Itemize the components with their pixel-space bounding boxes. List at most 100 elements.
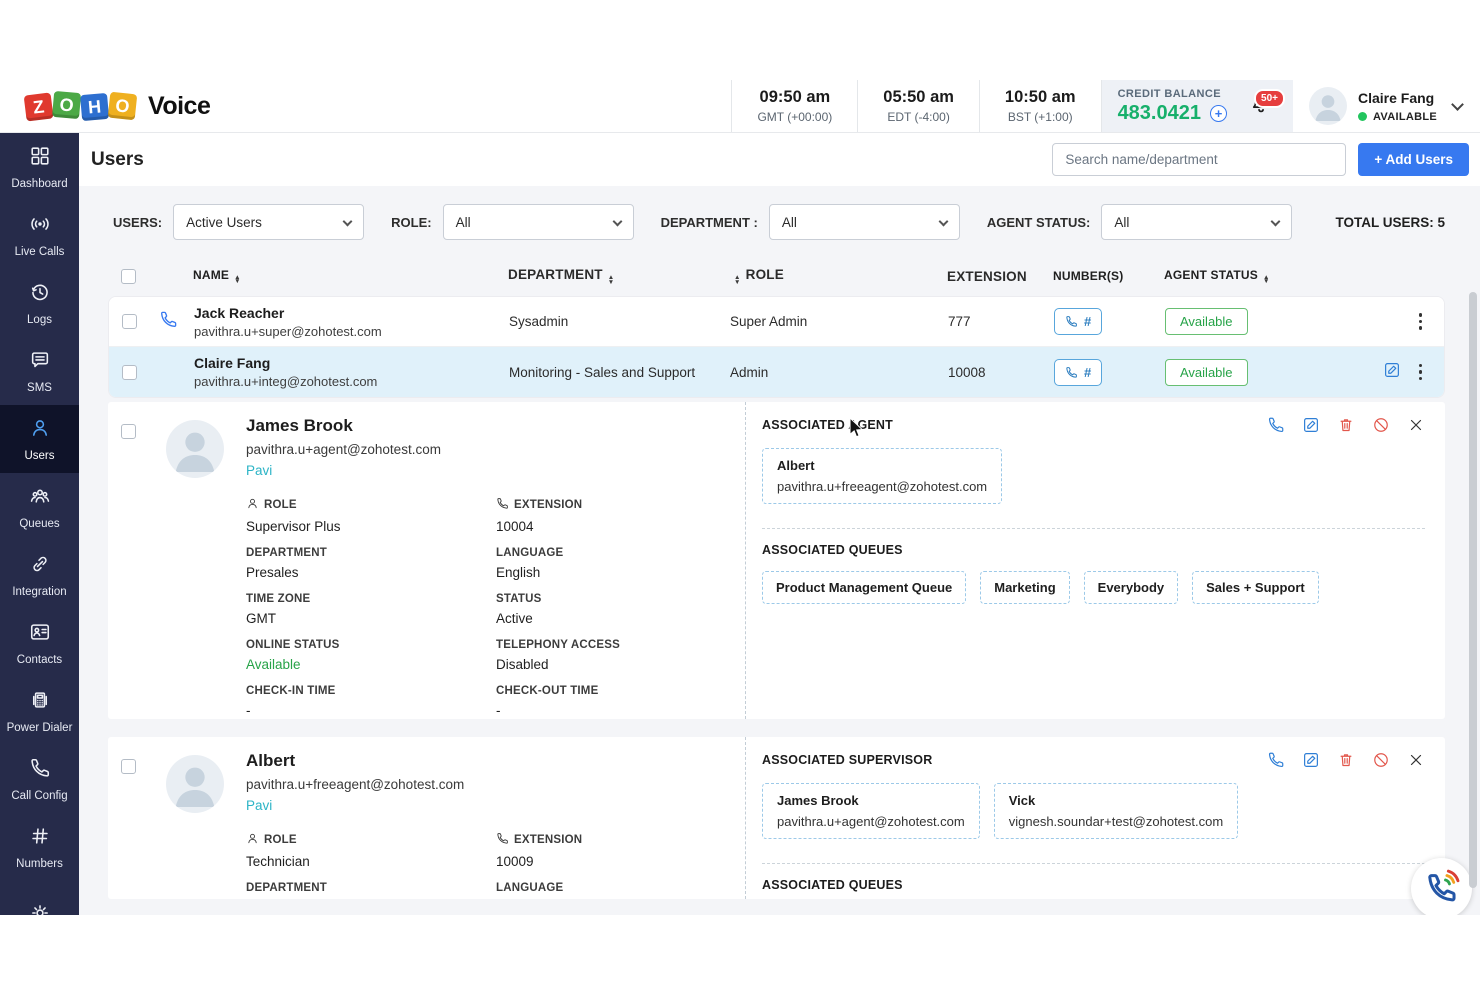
clock-time: 09:50 am: [760, 88, 831, 107]
column-header-number-s: NUMBER(S): [1038, 269, 1153, 283]
queue-chip-sales-support[interactable]: Sales + Support: [1192, 571, 1319, 604]
cell-name: Claire Fangpavithra.u+integ@zohotest.com: [149, 355, 479, 389]
select-all-checkbox[interactable]: [121, 269, 136, 284]
filter-select-department[interactable]: All: [769, 204, 960, 240]
detail-department: DEPARTMENTPresales: [246, 547, 496, 580]
detail-extension: EXTENSION10009: [496, 832, 746, 869]
more-options-button[interactable]: [1419, 313, 1423, 330]
table-row-claire-fang[interactable]: Claire Fangpavithra.u+integ@zohotest.com…: [109, 347, 1444, 397]
account-menu[interactable]: Claire Fang AVAILABLE: [1293, 80, 1480, 132]
add-credit-button[interactable]: +: [1210, 105, 1227, 122]
sidebar-item-call-config[interactable]: Call Config: [0, 745, 79, 813]
associated-queues-title: ASSOCIATED QUEUES: [762, 878, 1425, 892]
more-options-button[interactable]: [1419, 364, 1423, 381]
edit-icon[interactable]: [1383, 361, 1401, 384]
queue-chip-everybody[interactable]: Everybody: [1084, 571, 1178, 604]
vertical-scrollbar[interactable]: [1469, 292, 1477, 888]
search-input[interactable]: [1052, 143, 1346, 176]
account-name: Claire Fang: [1358, 90, 1434, 106]
filter-select-agent-status[interactable]: All: [1101, 204, 1292, 240]
zoho-logo-tiles: ZOHO: [25, 93, 137, 119]
cell-numbers: #: [1039, 359, 1154, 386]
queue-chip-product-management-queue[interactable]: Product Management Queue: [762, 571, 966, 604]
close-icon[interactable]: [1407, 751, 1425, 769]
user-name: Albert: [246, 751, 746, 771]
sidebar-item-contacts[interactable]: Contacts: [0, 609, 79, 677]
notifications-button[interactable]: 50+: [1243, 80, 1293, 132]
detail-label: TIME ZONE: [246, 593, 496, 605]
sidebar-item-live-calls[interactable]: Live Calls: [0, 201, 79, 269]
delete-icon[interactable]: [1337, 416, 1355, 434]
sidebar-item-logs[interactable]: Logs: [0, 269, 79, 337]
user-email: pavithra.u+agent@zohotest.com: [246, 442, 746, 457]
total-users-count: TOTAL USERS: 5: [1335, 215, 1445, 230]
sidebar-item-users[interactable]: Users: [0, 405, 79, 473]
sidebar-item-numbers[interactable]: Numbers: [0, 813, 79, 881]
sidebar-item-sms[interactable]: SMS: [0, 337, 79, 405]
sort-icon[interactable]: ▲▼: [608, 276, 615, 284]
avatar: [166, 420, 224, 478]
sidebar-item-integration[interactable]: Integration: [0, 541, 79, 609]
filter-select-role[interactable]: All: [443, 204, 634, 240]
filter-select-users[interactable]: Active Users: [173, 204, 364, 240]
detail-label: DEPARTMENT: [246, 547, 496, 559]
sidebar-item-label: Call Config: [11, 790, 67, 802]
row-checkbox-cell: [109, 314, 149, 329]
sort-icon[interactable]: ▲▼: [234, 276, 241, 284]
block-icon[interactable]: [1372, 416, 1390, 434]
detail-value: 10004: [496, 519, 746, 534]
associated-person-chip[interactable]: James Brookpavithra.u+agent@zohotest.com: [762, 783, 980, 839]
detail-extension: EXTENSION10004: [496, 497, 746, 534]
select-all-checkbox-cell: [108, 269, 148, 284]
edit-icon[interactable]: [1302, 416, 1320, 434]
associated-person-chip[interactable]: Albertpavithra.u+freeagent@zohotest.com: [762, 448, 1002, 504]
cell-extension: 777: [904, 314, 1039, 329]
page-header: Users + Add Users: [79, 133, 1480, 186]
detail-value: Active: [496, 611, 746, 626]
dashboard-grid-icon: [29, 145, 51, 172]
sidebar-item-queues[interactable]: Queues: [0, 473, 79, 541]
org-link[interactable]: Pavi: [246, 798, 272, 813]
sidebar-item-label: Integration: [12, 586, 66, 598]
call-icon[interactable]: [159, 310, 178, 334]
numbers-button[interactable]: #: [1054, 359, 1102, 386]
detail-check-in-time: CHECK-IN TIME-: [246, 685, 496, 718]
zoho-voice-logo[interactable]: ZOHO Voice: [25, 80, 210, 132]
sidebar-item-power-dialer[interactable]: Power Dialer: [0, 677, 79, 745]
users-table: NAME▲▼DEPARTMENT▲▼▲▼ROLEEXTENSIONNUMBER(…: [108, 256, 1445, 899]
sort-icon[interactable]: ▲▼: [734, 276, 741, 284]
person-email: pavithra.u+agent@zohotest.com: [777, 814, 965, 829]
associated-person-chip[interactable]: Vickvignesh.soundar+test@zohotest.com: [994, 783, 1238, 839]
detail-time-zone: TIME ZONEGMT: [246, 593, 496, 626]
sidebar-nav: DashboardLive CallsLogsSMSUsersQueues Int…: [0, 133, 79, 915]
credit-balance-value: 483.0421: [1118, 102, 1201, 125]
org-link[interactable]: Pavi: [246, 463, 272, 478]
row-checkbox[interactable]: [121, 424, 136, 439]
row-checkbox[interactable]: [122, 314, 137, 329]
sort-icon[interactable]: ▲▼: [1263, 276, 1270, 284]
numbers-button[interactable]: #: [1054, 308, 1102, 335]
table-rows: Jack Reacherpavithra.u+super@zohotest.co…: [108, 296, 1445, 398]
table-row-jack-reacher[interactable]: Jack Reacherpavithra.u+super@zohotest.co…: [109, 297, 1444, 347]
call-icon[interactable]: [1267, 751, 1285, 769]
add-users-button[interactable]: + Add Users: [1358, 143, 1469, 176]
sidebar-item-settings-gear[interactable]: [0, 881, 79, 915]
detail-label: DEPARTMENT: [246, 882, 496, 894]
call-icon[interactable]: [1267, 416, 1285, 434]
block-icon[interactable]: [1372, 751, 1390, 769]
close-icon[interactable]: [1407, 416, 1425, 434]
card-action-icons: [1267, 751, 1425, 769]
cell-numbers: #: [1039, 308, 1154, 335]
app-window: ZOHO Voice 09:50 amGMT (+00:00)05:50 amE…: [0, 0, 1480, 987]
delete-icon[interactable]: [1337, 751, 1355, 769]
dialer-fab[interactable]: [1411, 858, 1472, 919]
call-config-phone-icon: [29, 757, 51, 784]
edit-icon[interactable]: [1302, 751, 1320, 769]
cell-department: Sysadmin: [479, 314, 724, 329]
queue-chip-marketing[interactable]: Marketing: [980, 571, 1069, 604]
row-checkbox[interactable]: [122, 365, 137, 380]
row-checkbox[interactable]: [121, 759, 136, 774]
card-profile-pane: James Brookpavithra.u+agent@zohotest.com…: [108, 402, 745, 719]
filter-users: USERS:Active Users: [113, 204, 364, 240]
sidebar-item-dashboard[interactable]: Dashboard: [0, 133, 79, 201]
